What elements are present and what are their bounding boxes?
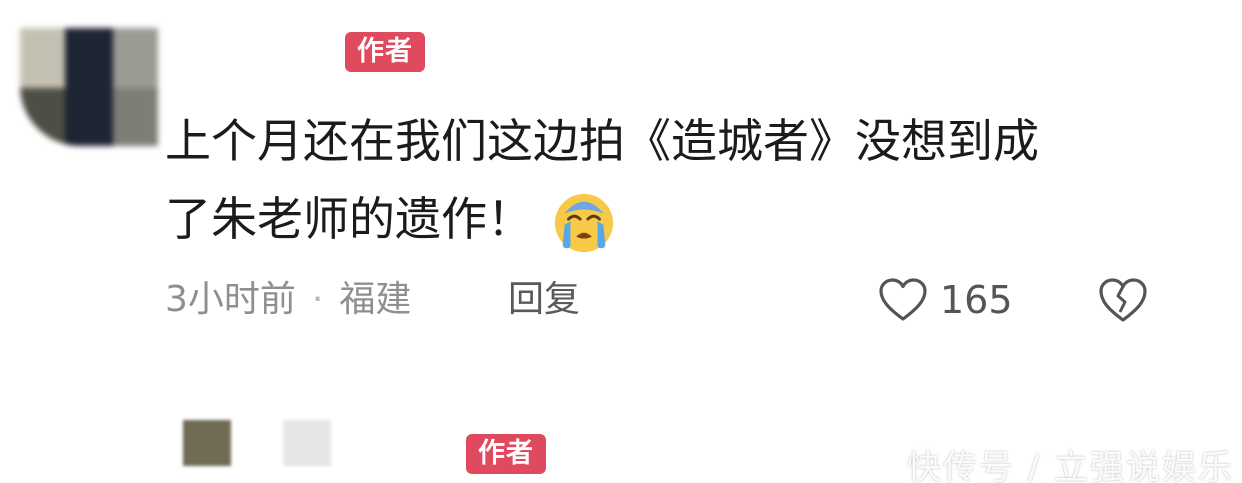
like-button[interactable]: 165: [878, 273, 1013, 327]
reply-button[interactable]: 回复: [508, 275, 580, 325]
comment-meta: 3小时前 · 福建: [165, 275, 411, 325]
reply-avatar-placeholder: [283, 420, 331, 466]
reply-author-badge: 作者: [466, 434, 546, 474]
heart-icon: [879, 278, 927, 321]
comment-text-line-2-text: 了朱老师的遗作！: [165, 192, 533, 246]
meta-separator: ·: [311, 279, 324, 320]
comment-text-line-2: 了朱老师的遗作！: [165, 180, 1165, 258]
author-badge: 作者: [345, 32, 425, 72]
broken-heart-icon[interactable]: [1097, 276, 1149, 324]
watermark: 快传号 / 立强说娱乐: [906, 448, 1234, 483]
crying-face-icon: [554, 193, 614, 252]
reply-avatar[interactable]: [183, 420, 231, 466]
comment-location: 福建: [339, 279, 412, 320]
comment-text-line-1: 上个月还在我们这边拍《造城者》没想到成: [165, 114, 1039, 168]
comment-body: 上个月还在我们这边拍《造城者》没想到成 了朱老师的遗作！: [165, 102, 1165, 258]
avatar[interactable]: [20, 28, 158, 146]
comment-screenshot: 作者 上个月还在我们这边拍《造城者》没想到成 了朱老师的遗作！ 3小时前 · 福建 …: [0, 0, 1242, 483]
like-count: 165: [940, 278, 1013, 322]
comment-time: 3小时前: [165, 279, 296, 320]
